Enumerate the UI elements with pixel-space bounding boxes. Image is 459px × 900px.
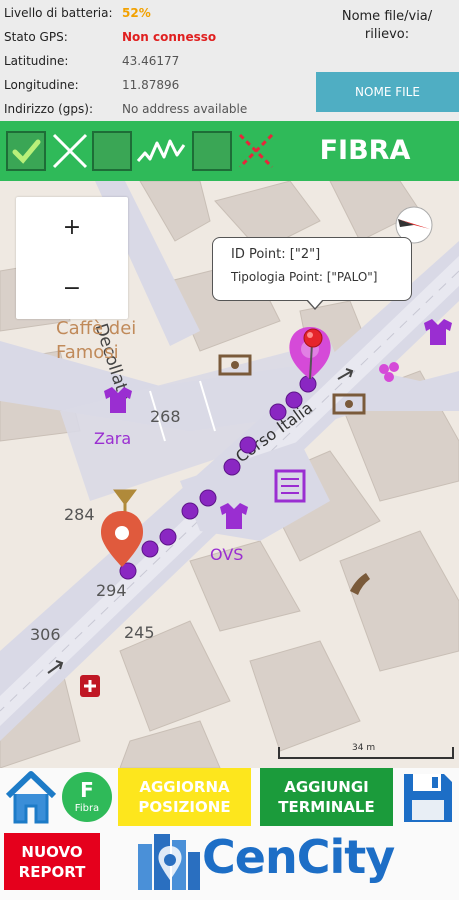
home-icon[interactable] [4, 770, 58, 826]
address-value: No address available [122, 102, 248, 116]
popup-id-point: ID Point: ["2"] [231, 247, 321, 262]
fibra-badge-button[interactable]: F Fibra [62, 772, 112, 822]
fibra-badge-letter: F [80, 778, 94, 802]
zoom-out-button[interactable]: − [16, 258, 128, 319]
tool-bar: FIBRA [0, 121, 459, 181]
file-name-label: Nome file/via/ rilievo: [341, 9, 433, 42]
point-info-popup[interactable]: ID Point: ["2"] Tipologia Point: ["PALO"… [212, 237, 412, 310]
lon-label: Longitudine: [4, 78, 79, 92]
lat-value: 43.46177 [122, 54, 180, 68]
battery-value: 52% [122, 6, 151, 20]
update-position-button[interactable]: AGGIORNA POSIZIONE [118, 768, 251, 826]
save-floppy-icon[interactable] [400, 770, 456, 826]
line-trace-icon[interactable] [136, 131, 186, 171]
info-panel: Livello di batteria: 52% Stato GPS: Non … [0, 0, 459, 120]
house-number-294: 294 [96, 581, 127, 600]
gps-value: Non connesso [122, 30, 217, 44]
new-report-button[interactable]: NUOVO REPORT [4, 833, 100, 890]
map-view[interactable]: Via del Decollato Corso Italia Caffè dei… [0, 181, 459, 768]
poi-label-zara: Zara [94, 429, 132, 448]
scale-text: 34 m [352, 743, 376, 753]
house-number-245: 245 [124, 623, 155, 642]
lat-label: Latitudine: [4, 54, 69, 68]
poi-label-cafe: Caffè dei Famosi [56, 318, 137, 363]
house-number-306: 306 [30, 625, 61, 644]
check-box-icon[interactable] [6, 131, 46, 171]
add-terminal-button[interactable]: AGGIUNGI TERMINALE [260, 768, 393, 826]
app-screen: Livello di batteria: 52% Stato GPS: Non … [0, 0, 459, 900]
fibra-badge-word: Fibra [74, 803, 100, 814]
mode-title: FIBRA [319, 135, 411, 166]
dashed-x-icon[interactable] [236, 131, 276, 171]
poi-label-ovs: OVS [210, 545, 244, 564]
zoom-control: + − [16, 197, 128, 319]
battery-label: Livello di batteria: [4, 6, 113, 20]
empty-box-icon[interactable] [192, 131, 232, 171]
address-label: Indirizzo (gps): [4, 102, 94, 116]
x-cross-icon[interactable] [50, 131, 90, 171]
cencity-logo-icon [134, 830, 204, 894]
file-name-button[interactable]: NOME FILE [316, 72, 459, 112]
scale-line [278, 747, 454, 759]
house-number-268: 268 [150, 407, 181, 426]
gps-label: Stato GPS: [4, 30, 68, 44]
lon-value: 11.87896 [122, 78, 180, 92]
zoom-in-button[interactable]: + [16, 197, 128, 258]
map-scale-bar: 34 m [278, 743, 454, 759]
bottom-bar: F Fibra AGGIORNA POSIZIONE AGGIUNGI TERM… [0, 768, 459, 900]
empty-box-icon[interactable] [92, 131, 132, 171]
cencity-logo-text: CenCity [202, 830, 395, 884]
house-number-284: 284 [64, 505, 95, 524]
popup-tipologia: Tipologia Point: ["PALO"] [231, 270, 378, 284]
